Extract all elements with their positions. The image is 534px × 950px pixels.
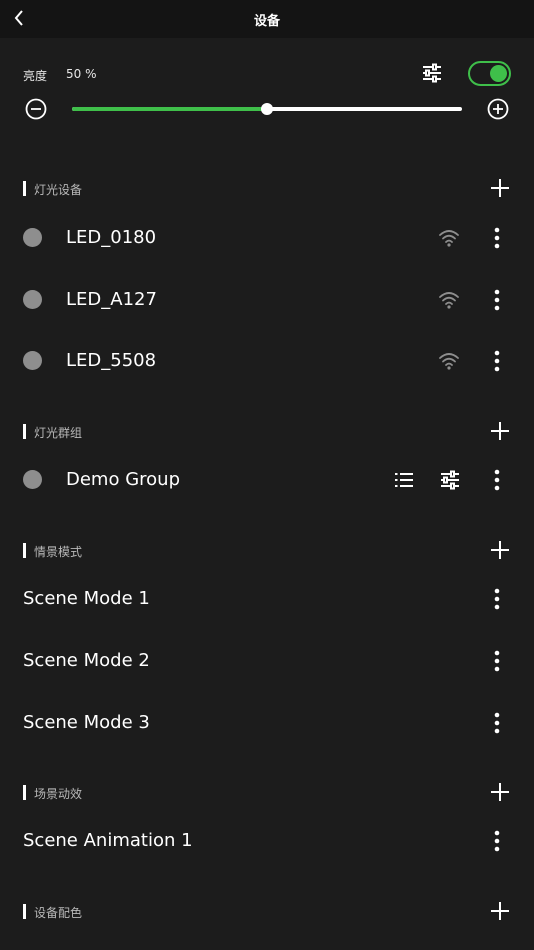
section-header-animations: 场景动效 [23,781,513,805]
plus-icon [491,541,509,559]
more-button[interactable] [486,468,508,492]
list-item[interactable]: Scene Mode 2 [0,641,534,681]
add-palette-button[interactable] [489,900,511,922]
list-item[interactable]: Scene Animation 1 [0,821,534,861]
group-name: Demo Group [66,469,181,490]
more-button[interactable] [486,349,508,373]
group-list-button[interactable] [392,468,416,492]
section-marker [23,785,26,800]
section-title-animations: 场景动效 [34,787,83,801]
slider-fill [72,107,267,111]
section-marker [23,904,26,919]
scene-name: Scene Mode 3 [23,712,150,733]
section-title-groups: 灯光群组 [34,426,83,440]
add-light-button[interactable] [489,177,511,199]
section-header-palettes: 设备配色 [23,900,513,924]
section-title-palettes: 设备配色 [34,906,83,920]
toggle-knob [490,65,507,82]
sliders-icon [441,470,459,490]
more-button[interactable] [486,649,508,673]
plus-icon [491,902,509,920]
list-item[interactable]: LED_A127 [0,280,534,320]
section-header-scenes: 情景模式 [23,539,513,563]
device-name: LED_A127 [66,289,157,310]
add-group-button[interactable] [489,420,511,442]
more-vertical-icon [494,830,500,852]
device-name: LED_0180 [66,227,157,248]
section-marker [23,543,26,558]
scene-name: Scene Mode 1 [23,588,150,609]
status-dot [23,228,42,247]
status-dot [23,351,42,370]
brightness-toggle[interactable] [468,61,511,86]
add-scene-button[interactable] [489,539,511,561]
more-vertical-icon [494,588,500,610]
brightness-slider[interactable] [72,101,462,117]
list-item[interactable]: LED_5508 [0,341,534,381]
brightness-decrease-button[interactable] [24,97,48,121]
more-vertical-icon [494,289,500,311]
page-title: 设备 [253,14,280,29]
brightness-value: 50 % [66,67,97,81]
slider-thumb[interactable] [261,103,273,115]
scene-name: Scene Mode 2 [23,650,150,671]
status-dot [23,290,42,309]
list-item[interactable]: Demo Group [0,460,534,500]
list-item[interactable]: LED_0180 [0,218,534,258]
plus-circle-icon [487,98,509,120]
wifi-icon [438,351,460,371]
more-button[interactable] [486,711,508,735]
animation-name: Scene Animation 1 [23,830,193,851]
section-marker [23,181,26,196]
plus-icon [491,179,509,197]
list-item[interactable]: Scene Mode 1 [0,579,534,619]
section-header-lights: 灯光设备 [23,177,513,201]
list-icon [395,473,413,487]
brightness-increase-button[interactable] [486,97,510,121]
adjust-button[interactable] [420,61,444,85]
more-button[interactable] [486,829,508,853]
section-title-scenes: 情景模式 [34,545,83,559]
plus-icon [491,783,509,801]
section-title-lights: 灯光设备 [34,183,83,197]
group-adjust-button[interactable] [438,468,462,492]
more-button[interactable] [486,226,508,250]
more-button[interactable] [486,587,508,611]
more-vertical-icon [494,650,500,672]
section-marker [23,424,26,439]
section-header-groups: 灯光群组 [23,420,513,444]
more-button[interactable] [486,288,508,312]
wifi-icon [438,290,460,310]
device-name: LED_5508 [66,350,157,371]
add-animation-button[interactable] [489,781,511,803]
top-bar: 设备 [0,0,534,38]
status-dot [23,470,42,489]
more-vertical-icon [494,227,500,249]
more-vertical-icon [494,350,500,372]
brightness-label: 亮度 [23,69,48,83]
sliders-icon [423,63,441,83]
minus-circle-icon [25,98,47,120]
list-item[interactable]: Scene Mode 3 [0,703,534,743]
plus-icon [491,422,509,440]
more-vertical-icon [494,469,500,491]
more-vertical-icon [494,712,500,734]
wifi-icon [438,228,460,248]
